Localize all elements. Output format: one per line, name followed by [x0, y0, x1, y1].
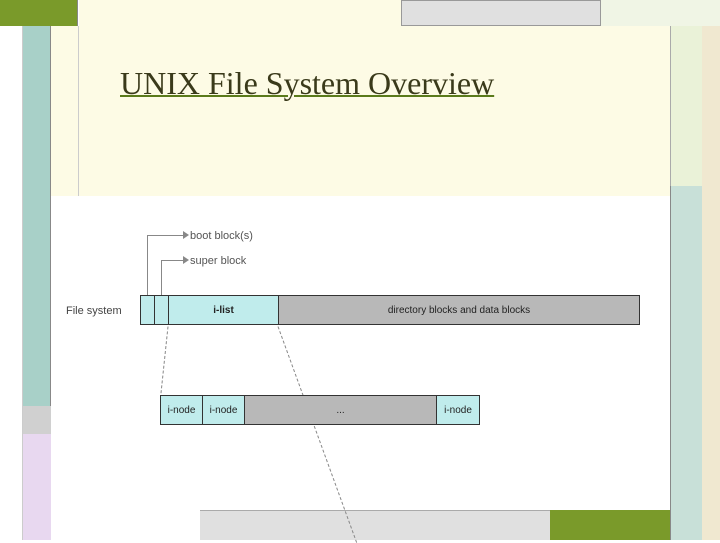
data-blocks-segment: directory blocks and data blocks [279, 296, 639, 324]
expansion-line [160, 326, 169, 398]
frame-block [0, 0, 78, 26]
frame-block [23, 26, 51, 406]
frame-block [670, 26, 702, 186]
super-block-segment [155, 296, 169, 324]
ilist-segment: i-list [169, 296, 279, 324]
page-title: UNIX File System Overview [120, 65, 494, 102]
inode-segment: i-node [437, 396, 479, 424]
super-block-label: super block [190, 255, 246, 267]
inode-segment: i-node [161, 396, 203, 424]
frame-block [670, 186, 702, 540]
title-background [79, 26, 670, 196]
arrow-line [161, 260, 162, 295]
frame-block [0, 26, 23, 540]
frame-block [200, 510, 550, 540]
boot-block-label: boot block(s) [190, 230, 253, 242]
frame-block [550, 510, 670, 540]
frame-block [51, 26, 79, 196]
arrow-head-icon [183, 231, 189, 239]
frame-block [79, 0, 401, 26]
frame-block [401, 0, 601, 26]
inode-segment: i-node [203, 396, 245, 424]
inode-bar: i-node i-node ... i-node [160, 395, 480, 425]
arrow-head-icon [183, 256, 189, 264]
frame-block [23, 406, 51, 434]
arrow-line [147, 235, 148, 295]
frame-block [23, 434, 51, 540]
frame-block [601, 0, 720, 26]
arrow-line [147, 235, 183, 236]
filesystem-label: File system [66, 305, 122, 317]
frame-block [702, 26, 720, 540]
filesystem-bar: i-list directory blocks and data blocks [140, 295, 640, 325]
boot-block-segment [141, 296, 155, 324]
inode-ellipsis-segment: ... [245, 396, 437, 424]
filesystem-diagram: boot block(s) super block File system i-… [60, 200, 660, 480]
arrow-line [161, 260, 183, 261]
